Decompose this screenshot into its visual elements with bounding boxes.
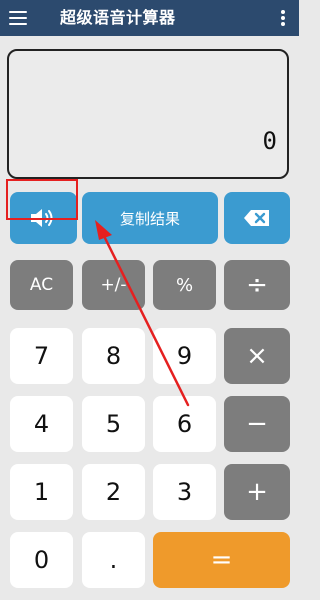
clear-button[interactable]: AC bbox=[10, 260, 73, 310]
display-value: 0 bbox=[262, 127, 277, 155]
plus-minus-button[interactable]: +/- bbox=[82, 260, 145, 310]
more-vertical-icon[interactable] bbox=[281, 10, 285, 26]
digit-6-button[interactable]: 6 bbox=[153, 396, 216, 452]
digit-5-button[interactable]: 5 bbox=[82, 396, 145, 452]
digit-9-button[interactable]: 9 bbox=[153, 328, 216, 384]
plus-button[interactable]: + bbox=[224, 464, 290, 520]
digit-1-button[interactable]: 1 bbox=[10, 464, 73, 520]
divide-button[interactable]: ÷ bbox=[224, 260, 290, 310]
digit-0-button[interactable]: 0 bbox=[10, 532, 73, 588]
minus-button[interactable]: − bbox=[224, 396, 290, 452]
copy-result-button[interactable]: 复制结果 bbox=[82, 192, 218, 244]
menu-icon[interactable] bbox=[9, 10, 27, 26]
speaker-icon bbox=[30, 209, 52, 227]
app-title: 超级语音计算器 bbox=[60, 8, 176, 27]
speaker-button[interactable] bbox=[10, 192, 77, 244]
app-bar: 超级语音计算器 bbox=[0, 0, 299, 36]
digit-4-button[interactable]: 4 bbox=[10, 396, 73, 452]
equals-button[interactable]: = bbox=[153, 532, 290, 588]
digit-7-button[interactable]: 7 bbox=[10, 328, 73, 384]
digit-3-button[interactable]: 3 bbox=[153, 464, 216, 520]
decimal-point-button[interactable]: . bbox=[82, 532, 145, 588]
multiply-button[interactable]: × bbox=[224, 328, 290, 384]
result-display: 0 bbox=[7, 49, 289, 179]
backspace-button[interactable] bbox=[224, 192, 290, 244]
backspace-icon bbox=[244, 210, 269, 226]
digit-8-button[interactable]: 8 bbox=[82, 328, 145, 384]
digit-2-button[interactable]: 2 bbox=[82, 464, 145, 520]
percent-button[interactable]: % bbox=[153, 260, 216, 310]
